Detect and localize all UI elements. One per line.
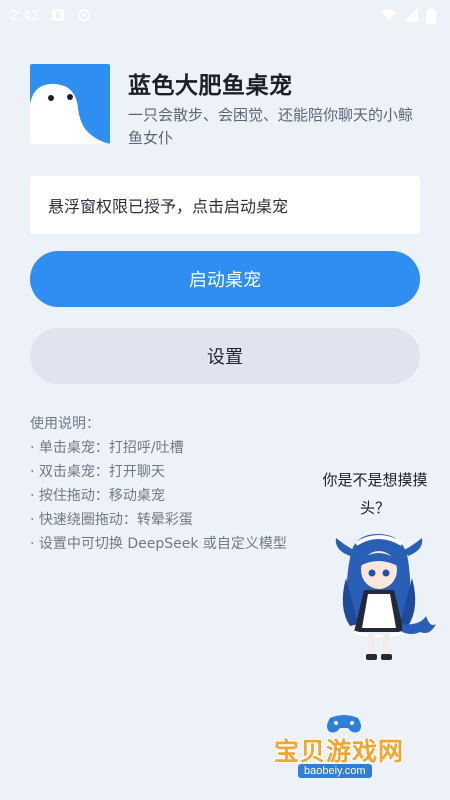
battery-icon (426, 8, 440, 24)
watermark: 宝贝游戏网 baobeiy.com (268, 712, 428, 792)
settings-gear-icon (77, 8, 91, 22)
status-time: 2:42 (10, 6, 40, 24)
notification-icon (51, 8, 65, 22)
instruction-item: · 按住拖动：移动桌宠 (30, 488, 165, 504)
permission-status-card: 悬浮窗权限已授予，点击启动桌宠 (30, 176, 420, 234)
status-bar: 2:42 (0, 0, 450, 30)
desktop-pet-sprite[interactable] (328, 528, 438, 668)
watermark-name: 宝贝游戏网 (274, 737, 405, 766)
settings-button[interactable]: 设置 (30, 328, 420, 384)
permission-status-text: 悬浮窗权限已授予，点击启动桌宠 (48, 197, 289, 216)
app-subtitle: 一只会散步、会困觉、还能陪你聊天的小鲸鱼女仆 (128, 106, 414, 147)
instruction-item: · 快速绕圈拖动：转晕彩蛋 (30, 512, 193, 528)
pet-speech-line: 你是不是想摸摸 (322, 471, 428, 489)
watermark-url: baobeiy.com (298, 764, 372, 778)
app-header: 蓝色大肥鱼桌宠 一只会散步、会困觉、还能陪你聊天的小鲸鱼女仆 (30, 64, 430, 148)
instruction-item: · 双击桌宠：打开聊天 (30, 464, 165, 480)
app-title: 蓝色大肥鱼桌宠 (128, 73, 293, 99)
instructions-heading: 使用说明： (30, 416, 100, 432)
pet-speech-bubble: 你是不是想摸摸 头？ (300, 466, 450, 522)
instruction-item: · 设置中可切换 DeepSeek 或自定义模型 (30, 536, 287, 552)
instruction-item: · 单击桌宠：打招呼/吐槽 (30, 440, 184, 456)
gamepad-icon (327, 715, 361, 733)
wifi-icon (382, 8, 396, 22)
instructions: 使用说明： · 单击桌宠：打招呼/吐槽 · 双击桌宠：打开聊天 · 按住拖动：移… (30, 412, 330, 556)
pet-speech-line: 头？ (359, 499, 390, 517)
signal-icon (404, 8, 418, 22)
app-logo (30, 64, 110, 144)
start-pet-button[interactable]: 启动桌宠 (30, 251, 420, 307)
